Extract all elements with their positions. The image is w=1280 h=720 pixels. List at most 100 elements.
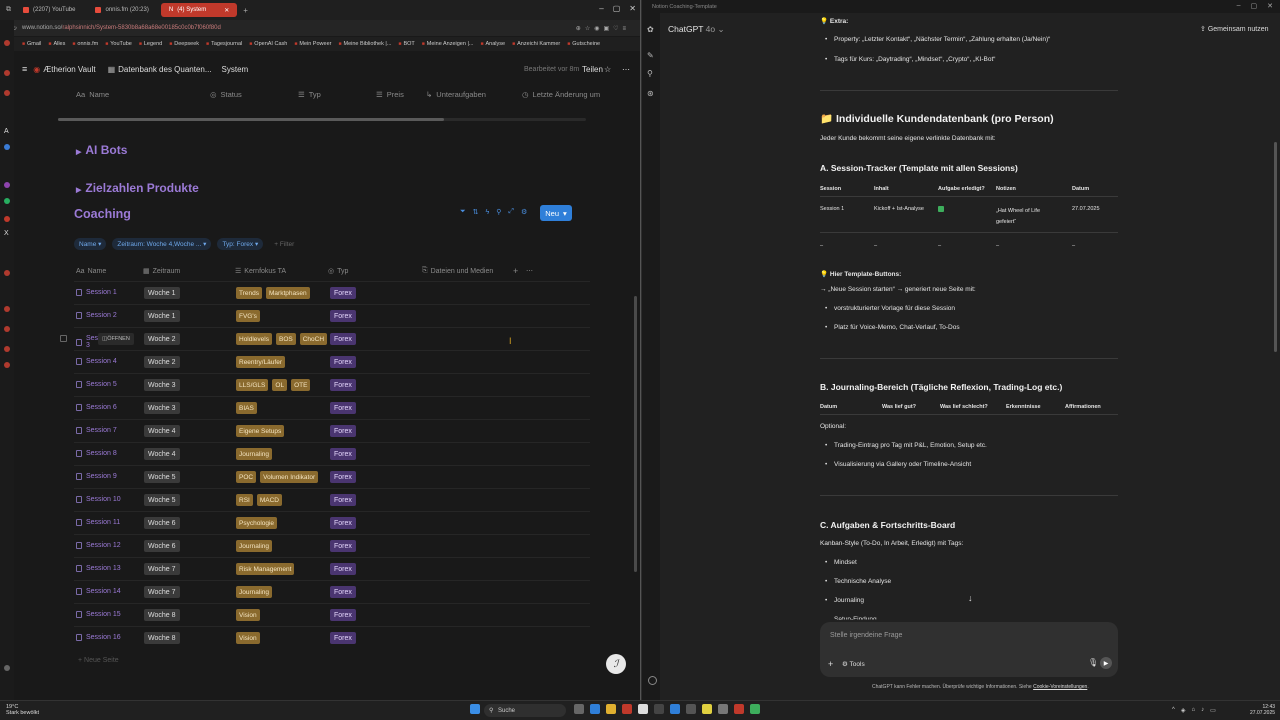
chevron-up-icon[interactable]: ^ xyxy=(1172,707,1175,714)
bookmark-item[interactable]: Alles xyxy=(48,41,65,47)
start-icon[interactable] xyxy=(470,704,480,714)
typ-cell[interactable]: Forex xyxy=(330,609,356,621)
app-icon[interactable] xyxy=(702,704,712,714)
kernfokus-cell[interactable]: Journaling xyxy=(236,448,272,460)
horizontal-scrollbar[interactable] xyxy=(58,118,444,121)
kernfokus-cell[interactable]: Vision xyxy=(236,632,260,644)
scroll-down-icon[interactable]: ↓ xyxy=(968,593,973,603)
row-name[interactable]: Session 8 xyxy=(76,450,117,457)
column-header[interactable]: ⎘ Dateien und Medien xyxy=(422,264,493,278)
table-row[interactable]: Session 2 Woche 1 FVG's Forex xyxy=(74,304,590,327)
taskbar-search[interactable]: ⚲ Suche xyxy=(484,704,566,717)
group-zielzahlen[interactable]: ▶ Zielzahlen Produkte xyxy=(76,181,199,195)
close-tab-icon[interactable]: ✕ xyxy=(224,7,229,14)
share-button[interactable]: Teilen xyxy=(582,65,603,74)
sidebar-app-icon[interactable] xyxy=(4,306,10,312)
cookie-preferences-link[interactable]: Cookie-Voreinstellungen xyxy=(1033,684,1087,690)
bookmark-item[interactable]: Meine Anzeigen |... xyxy=(422,41,474,47)
new-chat-icon[interactable]: ✎ xyxy=(647,51,654,60)
toggle-icon[interactable]: ▶ xyxy=(76,187,81,194)
zeitraum-cell[interactable]: Woche 5 xyxy=(144,471,180,483)
typ-cell[interactable]: Forex xyxy=(330,379,356,391)
search-icon[interactable]: ⚲ xyxy=(496,208,501,216)
kernfokus-cell[interactable]: POC Volumen Indikator xyxy=(236,471,319,483)
typ-cell[interactable]: Forex xyxy=(330,563,356,575)
property-header[interactable]: Aa Name xyxy=(76,87,109,101)
kernfokus-cell[interactable]: Psychologie xyxy=(236,517,278,529)
sidebar-app-icon[interactable] xyxy=(4,362,10,368)
column-header[interactable]: Aa Name xyxy=(76,264,106,278)
tray-app-icon[interactable]: ◈ xyxy=(1181,707,1186,714)
expand-icon[interactable]: ⤢ xyxy=(508,208,514,216)
filter-chip-name[interactable]: Name ▾ xyxy=(74,238,107,250)
sidebar-app-icon[interactable] xyxy=(4,182,10,188)
table-row[interactable]: Session 12 Woche 6 Journaling Forex xyxy=(74,534,590,557)
chevron-down-icon[interactable]: ▾ xyxy=(563,209,567,218)
zeitraum-cell[interactable]: Woche 8 xyxy=(144,632,180,644)
sidebar-letter-icon[interactable]: A xyxy=(4,128,9,135)
typ-cell[interactable]: Forex xyxy=(330,540,356,552)
row-name[interactable]: Session 2 xyxy=(76,312,117,319)
model-selector[interactable]: ChatGPT 4o ⌄ xyxy=(668,24,725,35)
battery-icon[interactable]: ▭ xyxy=(1210,707,1216,714)
kernfokus-cell[interactable]: Journaling xyxy=(236,586,272,598)
zeitraum-cell[interactable]: Woche 6 xyxy=(144,540,180,552)
more-icon[interactable]: ⋯ xyxy=(622,65,630,74)
bookmark-item[interactable]: Mein Poweer xyxy=(294,41,331,47)
browser-tab[interactable]: (2207) YouTube xyxy=(15,3,83,17)
bookmark-item[interactable]: OpenAI Cash xyxy=(249,41,287,47)
zeitraum-cell[interactable]: Woche 3 xyxy=(144,379,180,391)
microphone-icon[interactable]: 🎙 xyxy=(1088,658,1098,667)
close-icon[interactable]: ✕ xyxy=(1267,2,1273,10)
settings-icon[interactable] xyxy=(4,665,10,671)
zeitraum-cell[interactable]: Woche 1 xyxy=(144,310,180,322)
bookmark-item[interactable]: Gmail xyxy=(22,41,41,47)
new-button[interactable]: Neu ▾ xyxy=(540,205,572,221)
new-page-button[interactable]: + Neue Seite xyxy=(78,657,119,664)
typ-cell[interactable]: Forex xyxy=(330,494,356,506)
chat-scrollbar[interactable] xyxy=(1274,142,1277,352)
property-header[interactable]: ↳ Unteraufgaben xyxy=(426,87,486,101)
kernfokus-cell[interactable]: RSI MACD xyxy=(236,494,282,506)
kernfokus-cell[interactable]: Eigene Setups xyxy=(236,425,285,437)
column-header[interactable]: ◎ Typ xyxy=(328,264,348,278)
table-row[interactable]: Session 3◫ ÖFFNEN Woche 2 Holdlevels BOSCho… xyxy=(60,327,590,350)
row-name[interactable]: Session 13 xyxy=(76,565,121,572)
table-row[interactable]: Session 15 Woche 8 Vision Forex xyxy=(74,603,590,626)
row-name[interactable]: Session 11 xyxy=(76,519,120,526)
tab-actions-icon[interactable]: ⧉ xyxy=(6,6,11,14)
typ-cell[interactable]: Forex xyxy=(330,517,356,529)
sidebar-app-icon[interactable] xyxy=(4,326,10,332)
column-header[interactable]: ☰ Kernfokus TA xyxy=(235,264,286,278)
zeitraum-cell[interactable]: Woche 2 xyxy=(144,356,180,368)
row-name[interactable]: Session 12 xyxy=(76,542,121,549)
add-attachment-icon[interactable]: + xyxy=(828,659,833,669)
zeitraum-cell[interactable]: Woche 3 xyxy=(144,402,180,414)
bookmark-item[interactable]: BOT xyxy=(398,41,414,47)
typ-cell[interactable]: Forex xyxy=(330,356,356,368)
zeitraum-cell[interactable]: Woche 5 xyxy=(144,494,180,506)
kernfokus-cell[interactable]: Holdlevels BOS ChoCH xyxy=(236,333,328,345)
kernfokus-cell[interactable]: Journaling xyxy=(236,540,272,552)
toggle-icon[interactable]: ▶ xyxy=(76,149,81,156)
typ-cell[interactable]: Forex xyxy=(330,425,356,437)
row-name[interactable]: Session 16 xyxy=(76,634,121,641)
app-icon[interactable] xyxy=(622,704,632,714)
sidebar-app-icon[interactable] xyxy=(4,216,10,222)
table-row[interactable]: Session 11 Woche 6 Psychologie Forex xyxy=(74,511,590,534)
table-row[interactable]: Session 9 Woche 5 POC Volumen Indikator Fore… xyxy=(74,465,590,488)
url-text[interactable]: www.notion.so/ralphsinnich/System-5830b8… xyxy=(22,25,221,31)
chat-input[interactable]: Stelle irgendeine Frage xyxy=(830,632,902,639)
zeitraum-cell[interactable]: Woche 7 xyxy=(144,586,180,598)
breadcrumb-page[interactable]: System xyxy=(222,65,249,74)
bookmark-item[interactable]: Analyse xyxy=(480,41,506,47)
bookmark-item[interactable]: Anzeichi Kammer xyxy=(512,41,560,47)
bookmark-item[interactable]: onnis.fm xyxy=(72,41,98,47)
minimize-icon[interactable]: – xyxy=(1237,2,1241,10)
zeitraum-cell[interactable]: Woche 8 xyxy=(144,609,180,621)
share-button[interactable]: ⇪ Gemeinsam nutzen xyxy=(1200,25,1269,33)
weather-widget[interactable]: 19°C Stark bewölkt xyxy=(6,704,39,716)
sidebar-app-icon[interactable] xyxy=(4,70,10,76)
app-icon[interactable] xyxy=(718,704,728,714)
typ-cell[interactable]: Forex xyxy=(330,586,356,598)
